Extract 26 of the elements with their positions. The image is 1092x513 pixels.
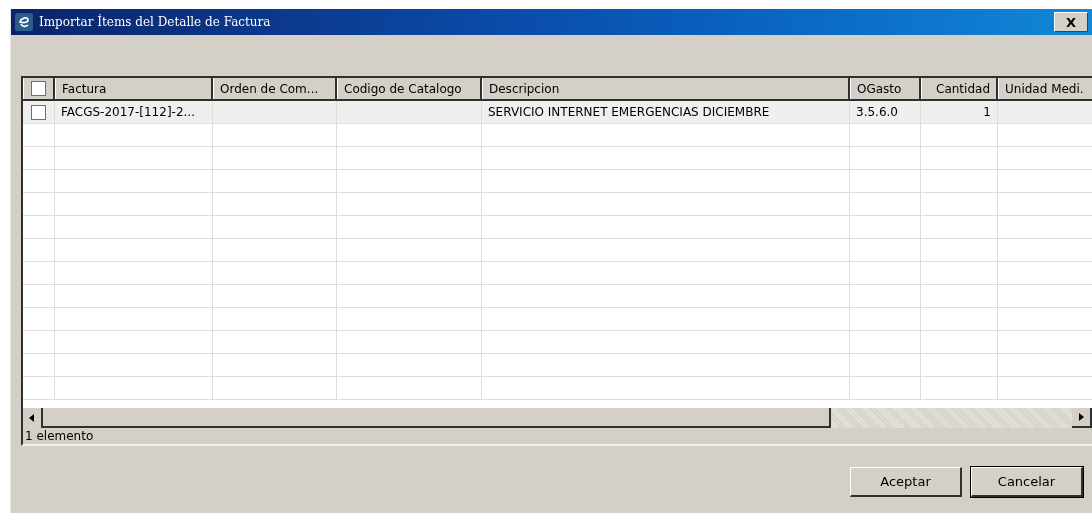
left-triangle-icon xyxy=(29,414,35,422)
column-header[interactable]: Cantidad xyxy=(921,78,998,99)
scrollbar-thumb[interactable] xyxy=(43,408,831,428)
scroll-right-button[interactable] xyxy=(1072,408,1092,428)
select-all-checkbox[interactable] xyxy=(31,81,46,96)
row-checkbox[interactable] xyxy=(31,104,46,120)
right-triangle-icon xyxy=(1078,413,1084,421)
horizontal-scrollbar[interactable] xyxy=(21,408,1092,428)
column-header[interactable]: Descripcion xyxy=(482,78,850,99)
close-button[interactable]: X xyxy=(1054,12,1088,32)
table-cell-text: 1 xyxy=(983,104,991,121)
column-header[interactable]: OGasto xyxy=(850,78,921,99)
table-cell-text: FACGS-2017-[112]-2... xyxy=(61,104,195,121)
table-row[interactable]: FACGS-2017-[112]-2... SERVICIO INTERNET EMERGENCIAS DICIEMBRE 3.5.6.0 1 xyxy=(23,101,1092,124)
column-header[interactable]: Unidad Medi. xyxy=(998,78,1092,99)
dialog-button[interactable]: Cancelar xyxy=(971,467,1083,497)
window-title: Importar Ítems del Detalle de Factura xyxy=(39,13,271,31)
table-cell-text: 3.5.6.0 xyxy=(856,104,898,121)
column-header[interactable]: Orden de Com... xyxy=(213,78,337,99)
column-header[interactable]: Factura xyxy=(55,78,213,99)
status-text: 1 elemento xyxy=(25,428,94,445)
scroll-left-button[interactable] xyxy=(23,408,43,428)
app-logo-icon xyxy=(15,13,33,31)
table-cell-text: SERVICIO INTERNET EMERGENCIAS DICIEMBRE xyxy=(488,104,770,121)
dialog-button[interactable]: Aceptar xyxy=(850,467,962,497)
column-header[interactable]: Codigo de Catalogo xyxy=(337,78,482,99)
